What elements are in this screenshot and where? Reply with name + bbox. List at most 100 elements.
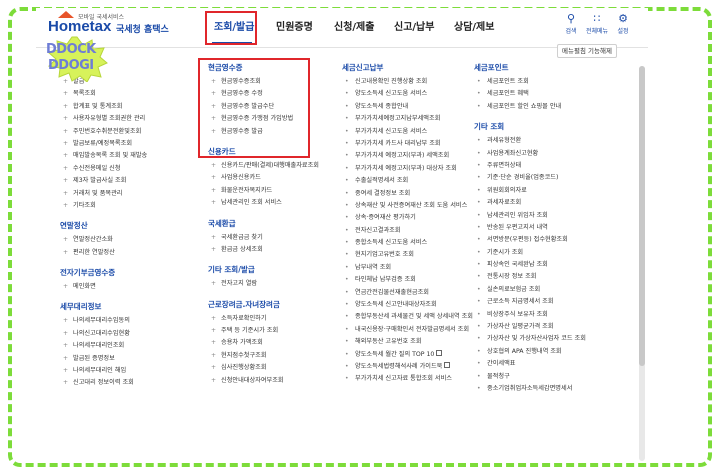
menu-link[interactable]: + 거래처 및 품목관리 <box>60 188 190 200</box>
menu-link[interactable]: + 환급금 상세조회 <box>208 244 338 256</box>
menu-link[interactable]: • 물적청구 <box>474 371 634 383</box>
menu-link[interactable]: • 과세유형전환 <box>474 135 634 147</box>
menu-link[interactable]: • 중소기업취업자소득세감면명세서 <box>474 383 634 395</box>
menu-link[interactable]: + 사용자유형별 조회권한 관리 <box>60 113 190 125</box>
menu-link[interactable]: + 소득자료확인하기 <box>208 313 338 325</box>
menu-link[interactable]: • 부가가치세예정고지납부세액조회 <box>342 113 477 125</box>
menu-link[interactable]: + 연말정산간소화 <box>60 234 190 246</box>
scrollbar-thumb[interactable] <box>639 66 645 366</box>
menu-link[interactable]: • 중여세 결정정보 조회 <box>342 188 477 200</box>
section-title[interactable]: 세무대리정보 <box>60 301 190 315</box>
section-title[interactable]: 기타 조회/발급 <box>208 264 338 278</box>
nav-item-civil-certificate[interactable]: 민원증명 <box>276 18 313 33</box>
settings-tool[interactable]: ⚙ 설정 <box>610 12 636 35</box>
menu-link[interactable]: + 주택 등 기준시가 조회 <box>208 325 338 337</box>
menu-link[interactable]: + 심사진행상황조회 <box>208 362 338 374</box>
menu-link[interactable]: • 간이세액표 <box>474 358 634 370</box>
menu-link[interactable]: • 전통시장 정보 조회 <box>474 271 634 283</box>
menu-link[interactable]: • 기준·단순 경비율(업종코드) <box>474 172 634 184</box>
menu-link[interactable]: + 국세환급금 찾기 <box>208 232 338 244</box>
menu-link[interactable]: + 나의세무대리인조회 <box>60 340 190 352</box>
menu-expand-toggle-button[interactable]: 메뉴펼침 기능해제 <box>557 44 617 58</box>
menu-link[interactable]: • 기준시가 조회 <box>474 247 634 259</box>
menu-link[interactable]: • 타인체납 납부검증 조회 <box>342 274 477 286</box>
menu-link[interactable]: • 실손의료보험금 조회 <box>474 284 634 296</box>
menu-link[interactable]: • 부가가치세 예정고지(부과) 세액조회 <box>342 150 477 162</box>
menu-link[interactable]: • 상속·증여재산 평가하기 <box>342 212 477 224</box>
menu-link[interactable]: • 반송된 우편고지서 내역 <box>474 222 634 234</box>
all-menu-tool[interactable]: ∷ 전체메뉴 <box>584 12 610 35</box>
nav-item-apply-submit[interactable]: 신청/제출 <box>334 18 374 33</box>
menu-link[interactable]: • 양도소득세 월간 질의 TOP 10 <box>342 349 477 361</box>
section-title[interactable]: 세금신고납부 <box>342 62 477 76</box>
menu-link[interactable]: + 주민번호수취분전환및조회 <box>60 126 190 138</box>
menu-link[interactable]: • 세금포인트 조회 <box>474 76 634 88</box>
menu-link[interactable]: • 양도소득세법령해석사례 가이드북 <box>342 361 477 373</box>
menu-link[interactable]: • 부가가치세 신고자료 통합조회 서비스 <box>342 373 477 385</box>
menu-link[interactable]: + 신청안내대상자여부조회 <box>208 375 338 387</box>
menu-link[interactable]: + 사업용신용카드 <box>208 172 338 184</box>
menu-link[interactable]: + 목록조회 <box>60 88 190 100</box>
menu-link[interactable]: + 편리한 연말정산 <box>60 247 190 259</box>
menu-link[interactable]: • 수출실적명세서 조회 <box>342 175 477 187</box>
menu-link[interactable]: • 납부내역 조회 <box>342 262 477 274</box>
menu-link[interactable]: • 과세자료조회 <box>474 197 634 209</box>
menu-link[interactable]: • 피상속인 국세완납 조회 <box>474 259 634 271</box>
section-title[interactable]: 기타 조회 <box>474 121 634 135</box>
menu-link[interactable]: • 연금간전김물선재출현금조회 <box>342 287 477 299</box>
menu-link[interactable]: + 기타조회 <box>60 200 190 212</box>
menu-link[interactable]: • 비상장주식 보유자 조회 <box>474 309 634 321</box>
menu-link[interactable]: • 상속재산 및 사전증여재산 조회 도움 서비스 <box>342 200 477 212</box>
menu-link[interactable]: + 매입발송목록 조회 및 재발송 <box>60 150 190 162</box>
section-title[interactable]: 세금포인트 <box>474 62 634 76</box>
menu-link[interactable]: • 서면방문(우편등) 접수현황조회 <box>474 234 634 246</box>
menu-link[interactable]: + 발급보류/예정목록조회 <box>60 138 190 150</box>
menu-link[interactable]: • 부가가치세 신고도움 서비스 <box>342 126 477 138</box>
menu-link[interactable]: + 승용차 가액조회 <box>208 337 338 349</box>
menu-link[interactable]: • 종합소득세 신고도움 서비스 <box>342 237 477 249</box>
vertical-scrollbar[interactable] <box>639 66 645 461</box>
menu-link[interactable]: • 세금포인트 혜택 <box>474 88 634 100</box>
menu-link[interactable]: + 제3자 발급사실 조회 <box>60 175 190 187</box>
section-title[interactable]: 근로장려금.자녀장려금 <box>208 299 338 313</box>
menu-link[interactable]: • 부가가치세 카드사 대리납부 조회 <box>342 138 477 150</box>
menu-link[interactable]: • 사업용계좌신고현황 <box>474 148 634 160</box>
menu-link[interactable]: • 가상자산 일평균가격 조회 <box>474 321 634 333</box>
section-title[interactable]: 연말정산 <box>60 220 190 234</box>
menu-link[interactable]: • 상호협의 APA 진행내역 조회 <box>474 346 634 358</box>
menu-link[interactable]: + 화물운전자복지카드 <box>208 185 338 197</box>
nav-item-consult-tip[interactable]: 상담/제보 <box>454 18 494 33</box>
menu-link[interactable]: • 납세관리인 위임자 조회 <box>474 210 634 222</box>
menu-link[interactable]: + 합계표 및 통계조회 <box>60 101 190 113</box>
menu-link[interactable]: • 가상자산 및 가상자산사업자 코드 조회 <box>474 333 634 345</box>
menu-link[interactable]: + 신고대리 정보이력 조회 <box>60 377 190 389</box>
menu-link[interactable]: • 내국신용장·구매확인서 전자발급명세서 조회 <box>342 324 477 336</box>
menu-link[interactable]: + 현지점수첫구조회 <box>208 350 338 362</box>
menu-link[interactable]: • 위원회회의자료 <box>474 185 634 197</box>
menu-link[interactable]: + 납세관리인 조회 서비스 <box>208 197 338 209</box>
nav-item-report-pay[interactable]: 신고/납부 <box>394 18 434 33</box>
menu-link[interactable]: • 전자신고결과조회 <box>342 225 477 237</box>
menu-link[interactable]: • 현지기업고유번호 조회 <box>342 249 477 261</box>
menu-link[interactable]: + 신용카드/판매(결제)대행매출자료조회 <box>208 160 338 172</box>
menu-link[interactable]: • 양도소득세 신고도움 서비스 <box>342 88 477 100</box>
menu-link[interactable]: • 해외부동산 고유번호 조회 <box>342 336 477 348</box>
menu-link[interactable]: + 발급된 증명정보 <box>60 353 190 365</box>
menu-link[interactable]: • 부가가치세 예정고지(부과) 대상자 조회 <box>342 163 477 175</box>
menu-link[interactable]: • 근로소득 지급명세서 조회 <box>474 296 634 308</box>
menu-link[interactable]: + 전자고지 열람 <box>208 278 338 290</box>
menu-link[interactable]: + 나의신고대리수임현황 <box>60 328 190 340</box>
search-tool[interactable]: ⚲ 검색 <box>558 12 584 35</box>
menu-link[interactable]: • 세금포인트 할인 쇼핑몰 안내 <box>474 101 634 113</box>
menu-link[interactable]: • 주류면허상태 <box>474 160 634 172</box>
section-title[interactable]: 전자기부금영수증 <box>60 267 190 281</box>
menu-link[interactable]: + 나의세무대리인 해임 <box>60 365 190 377</box>
menu-link[interactable]: • 양도소득세 신고안내대상자조회 <box>342 299 477 311</box>
menu-link[interactable]: • 종합부동산세 과세물건 및 세액 상세내역 조회 <box>342 311 477 323</box>
menu-link[interactable]: + 수신전용메일 신청 <box>60 163 190 175</box>
section-title[interactable]: 국세환급 <box>208 218 338 232</box>
menu-link[interactable]: • 양도소득세 종합안내 <box>342 101 477 113</box>
menu-link[interactable]: + 나의세무대리수임동의 <box>60 315 190 327</box>
menu-link[interactable]: + 메인화면 <box>60 281 190 293</box>
menu-link[interactable]: • 신고내용확인 진행상황 조회 <box>342 76 477 88</box>
